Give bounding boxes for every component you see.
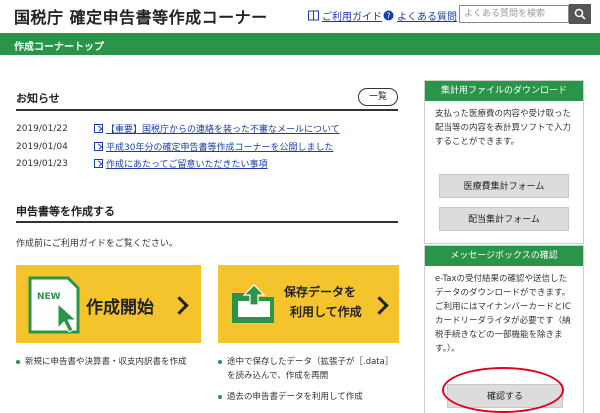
resume-tile-line1: 保存データを (284, 285, 357, 299)
faq-link[interactable]: ? よくある質問 (383, 8, 457, 23)
search-icon (574, 5, 586, 24)
resume-bullet: 途中で保存したデータ（拡張子が［.data］ (218, 356, 393, 369)
bullet-dot-icon (218, 394, 222, 399)
create-title: 申告書等を作成する (16, 205, 115, 218)
panel-text-line: 配当等の内容を表計算ソフトで入力 (435, 123, 572, 133)
panel-text-line: データのダウンロードができます。 (435, 288, 571, 298)
panel-text-line: することができます。 (435, 137, 520, 147)
message-panel-title: メッセージボックスの確認 (425, 246, 583, 266)
panel-text-line: す。）。 (435, 344, 460, 354)
arrow-box-icon (94, 142, 103, 151)
resume-bullet-cont: を読み込んで、作成を再開 (227, 371, 329, 381)
breadcrumb: 作成コーナートップ (14, 42, 104, 53)
guide-link-label: ご利用ガイド (322, 12, 382, 23)
new-badge: NEW (37, 292, 61, 302)
panel-text-line: 税手続きなどの一部機能を除きま (435, 330, 563, 340)
news-link[interactable]: 【重要】国税庁からの連絡を装った不審なメールについて (94, 122, 340, 135)
resume-tile-line2: 利用して作成 (290, 305, 362, 319)
create-divider (16, 221, 398, 223)
bullet-text: 新規に申告書や決算書・収支内訳書を作成 (25, 357, 187, 367)
chevron-right-icon (170, 296, 189, 315)
arrow-box-icon (94, 124, 103, 133)
download-panel-body: 支払った医療費の内容や受け取った 配当等の内容を表計算ソフトで入力 することがで… (435, 107, 575, 149)
faq-link-label: よくある質問 (397, 12, 457, 23)
bullet-dot-icon (218, 359, 222, 364)
news-link[interactable]: 作成にあたってご留意いただきたい事項 (94, 157, 268, 170)
news-date: 2019/01/23 (16, 158, 68, 169)
news-item: 2019/01/23 作成にあたってご留意いただきたい事項 (16, 157, 268, 171)
download-panel-title: 集計用ファイルのダウンロード (425, 81, 583, 101)
news-item: 2019/01/22 【重要】国税庁からの連絡を装った不審なメールについて (16, 122, 340, 136)
news-link[interactable]: 平成30年分の確定申告書等作成コーナーを公開しました (94, 140, 333, 153)
guide-link[interactable]: ご利用ガイド (308, 8, 382, 23)
news-link-text: 【重要】国税庁からの連絡を装った不審なメールについて (106, 125, 340, 135)
bullet-dot-icon (16, 359, 20, 364)
dividend-form-button[interactable]: 配当集計フォーム (439, 207, 569, 231)
search-button[interactable] (569, 4, 591, 24)
panel-text-line: 支払った医療費の内容や受け取った (435, 109, 572, 119)
folder-upload-icon (230, 283, 278, 329)
book-icon (308, 10, 319, 21)
svg-text:?: ? (386, 12, 390, 21)
create-intro: 作成前にご利用ガイドをご覧ください。 (16, 239, 178, 249)
panel-text-line: カードリーダライタが必要です（納 (435, 316, 571, 326)
question-icon: ? (383, 10, 394, 21)
start-bullet: 新規に申告書や決算書・収支内訳書を作成 (16, 356, 187, 369)
start-tile-label: 作成開始 (86, 298, 154, 318)
news-link-text: 平成30年分の確定申告書等作成コーナーを公開しました (106, 143, 334, 153)
start-creation-tile[interactable]: NEW 作成開始 (16, 265, 201, 343)
resume-creation-tile[interactable]: 保存データを 利用して作成 (218, 265, 399, 343)
news-link-text: 作成にあたってご留意いただきたい事項 (106, 160, 268, 170)
chevron-right-icon (370, 296, 389, 315)
news-divider (16, 109, 398, 111)
news-item: 2019/01/04 平成30年分の確定申告書等作成コーナーを公開しました (16, 140, 333, 154)
breadcrumb-bar: 作成コーナートップ (0, 33, 600, 55)
top-header: 国税庁 確定申告書等作成コーナー ご利用ガイド ? よくある質問 よくある質問を… (0, 0, 600, 30)
panel-text-line: ご利用にはマイナンバーカードとIC (435, 302, 571, 312)
bullet-text: 過去の申告書データを利用して作成 (227, 392, 363, 402)
highlight-circle (442, 367, 564, 413)
news-date: 2019/01/04 (16, 141, 68, 152)
news-date: 2019/01/22 (16, 123, 68, 134)
message-panel-body: e-Taxの受付結果の確認や送信した データのダウンロードができます。 ご利用に… (435, 272, 575, 356)
news-list-button[interactable]: 一覧 (358, 88, 398, 106)
new-document-icon (28, 276, 82, 340)
bullet-text: 途中で保存したデータ（拡張子が［.data］ (227, 357, 394, 367)
arrow-box-icon (94, 159, 103, 168)
resume-bullet: 過去の申告書データを利用して作成 (218, 391, 363, 404)
news-title: お知らせ (16, 92, 60, 105)
search-input[interactable]: よくある質問を検索 (459, 5, 569, 23)
download-panel: 集計用ファイルのダウンロード 支払った医療費の内容や受け取った 配当等の内容を表… (424, 80, 584, 244)
medical-form-button[interactable]: 医療費集計フォーム (439, 174, 569, 198)
panel-text-line: e-Taxの受付結果の確認や送信した (435, 274, 568, 284)
site-title: 国税庁 確定申告書等作成コーナー (14, 8, 268, 27)
